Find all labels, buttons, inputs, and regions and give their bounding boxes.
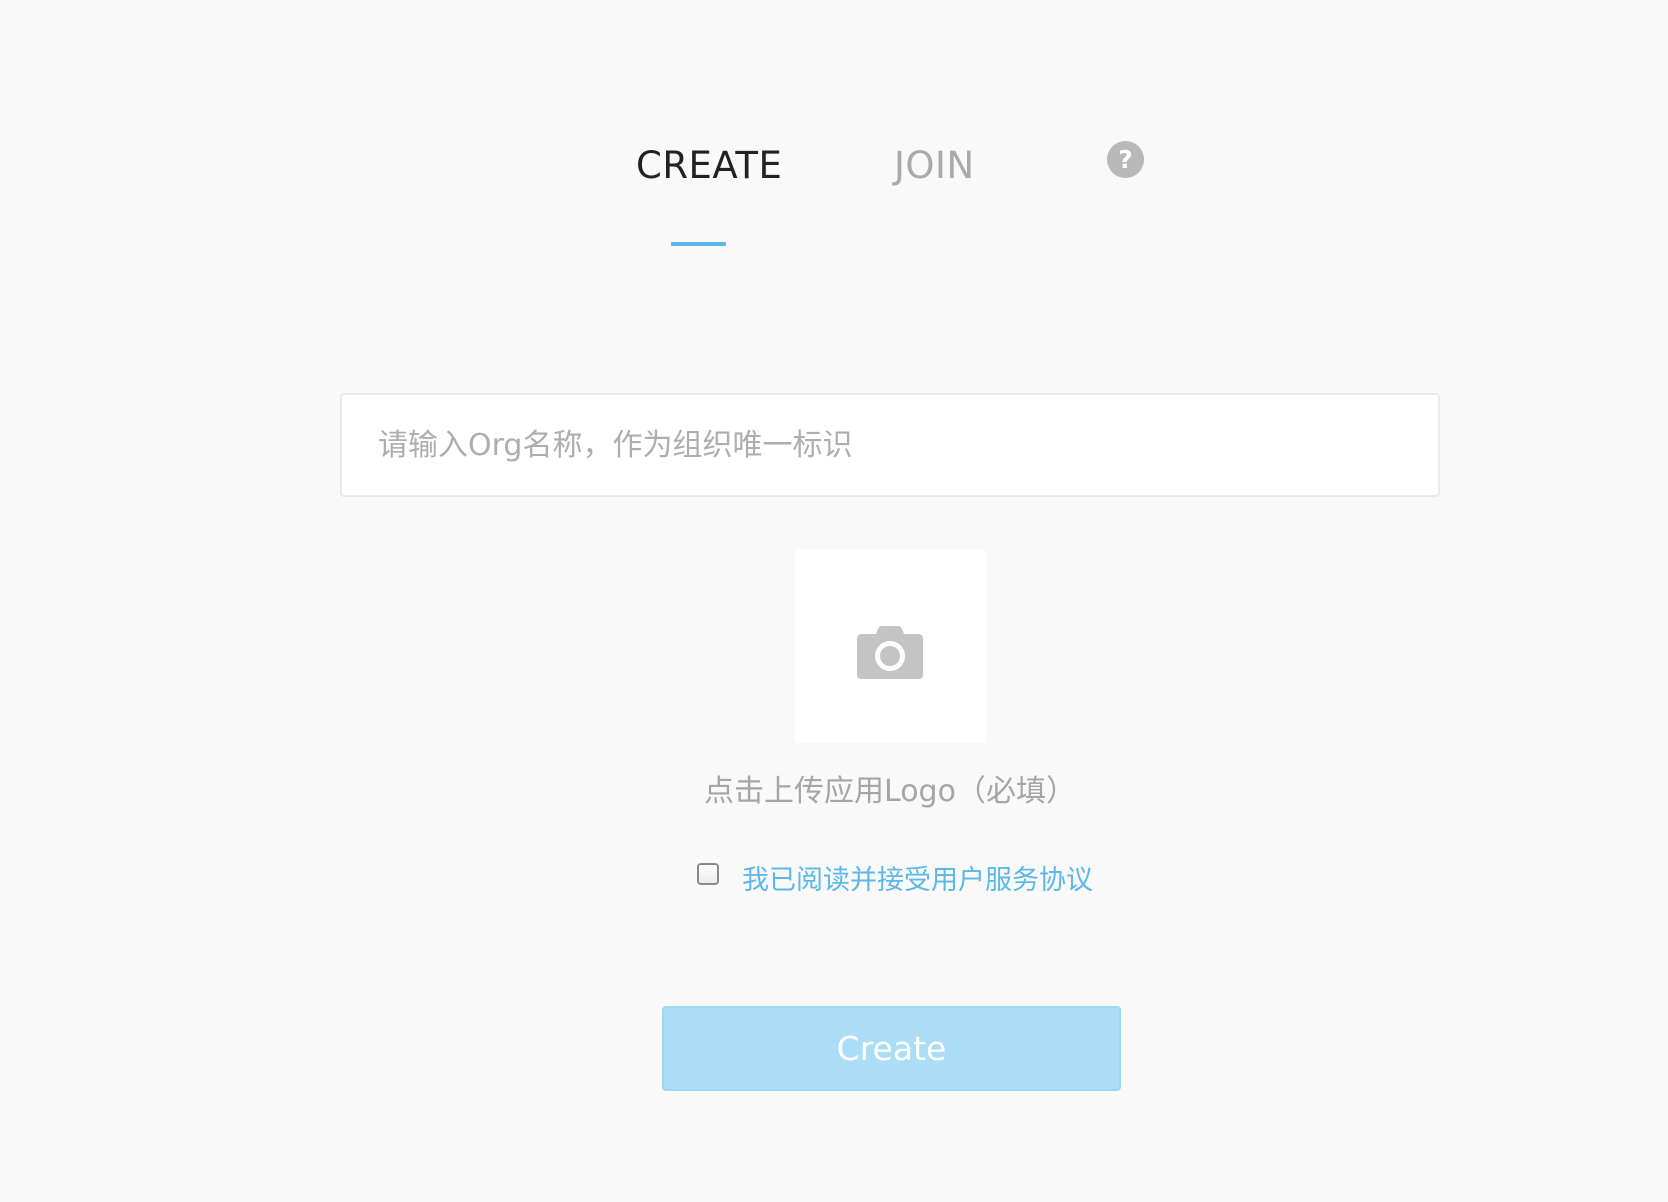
tab-join[interactable]: JOIN [894, 144, 975, 187]
tab-create[interactable]: CREATE [636, 144, 782, 187]
agreement-checkbox[interactable] [697, 863, 719, 885]
camera-icon [857, 626, 923, 679]
logo-upload-label: 点击上传应用Logo（必填） [704, 774, 1076, 809]
agreement-link[interactable]: 我已阅读并接受用户服务协议 [742, 858, 1093, 897]
org-name-input[interactable] [340, 393, 1440, 497]
logo-upload-area[interactable] [795, 550, 986, 743]
create-button[interactable]: Create [662, 1006, 1121, 1091]
question-circle-icon[interactable]: ? [1107, 141, 1144, 178]
tab-bar: CREATE JOIN [0, 132, 1668, 252]
active-tab-indicator [671, 242, 726, 246]
